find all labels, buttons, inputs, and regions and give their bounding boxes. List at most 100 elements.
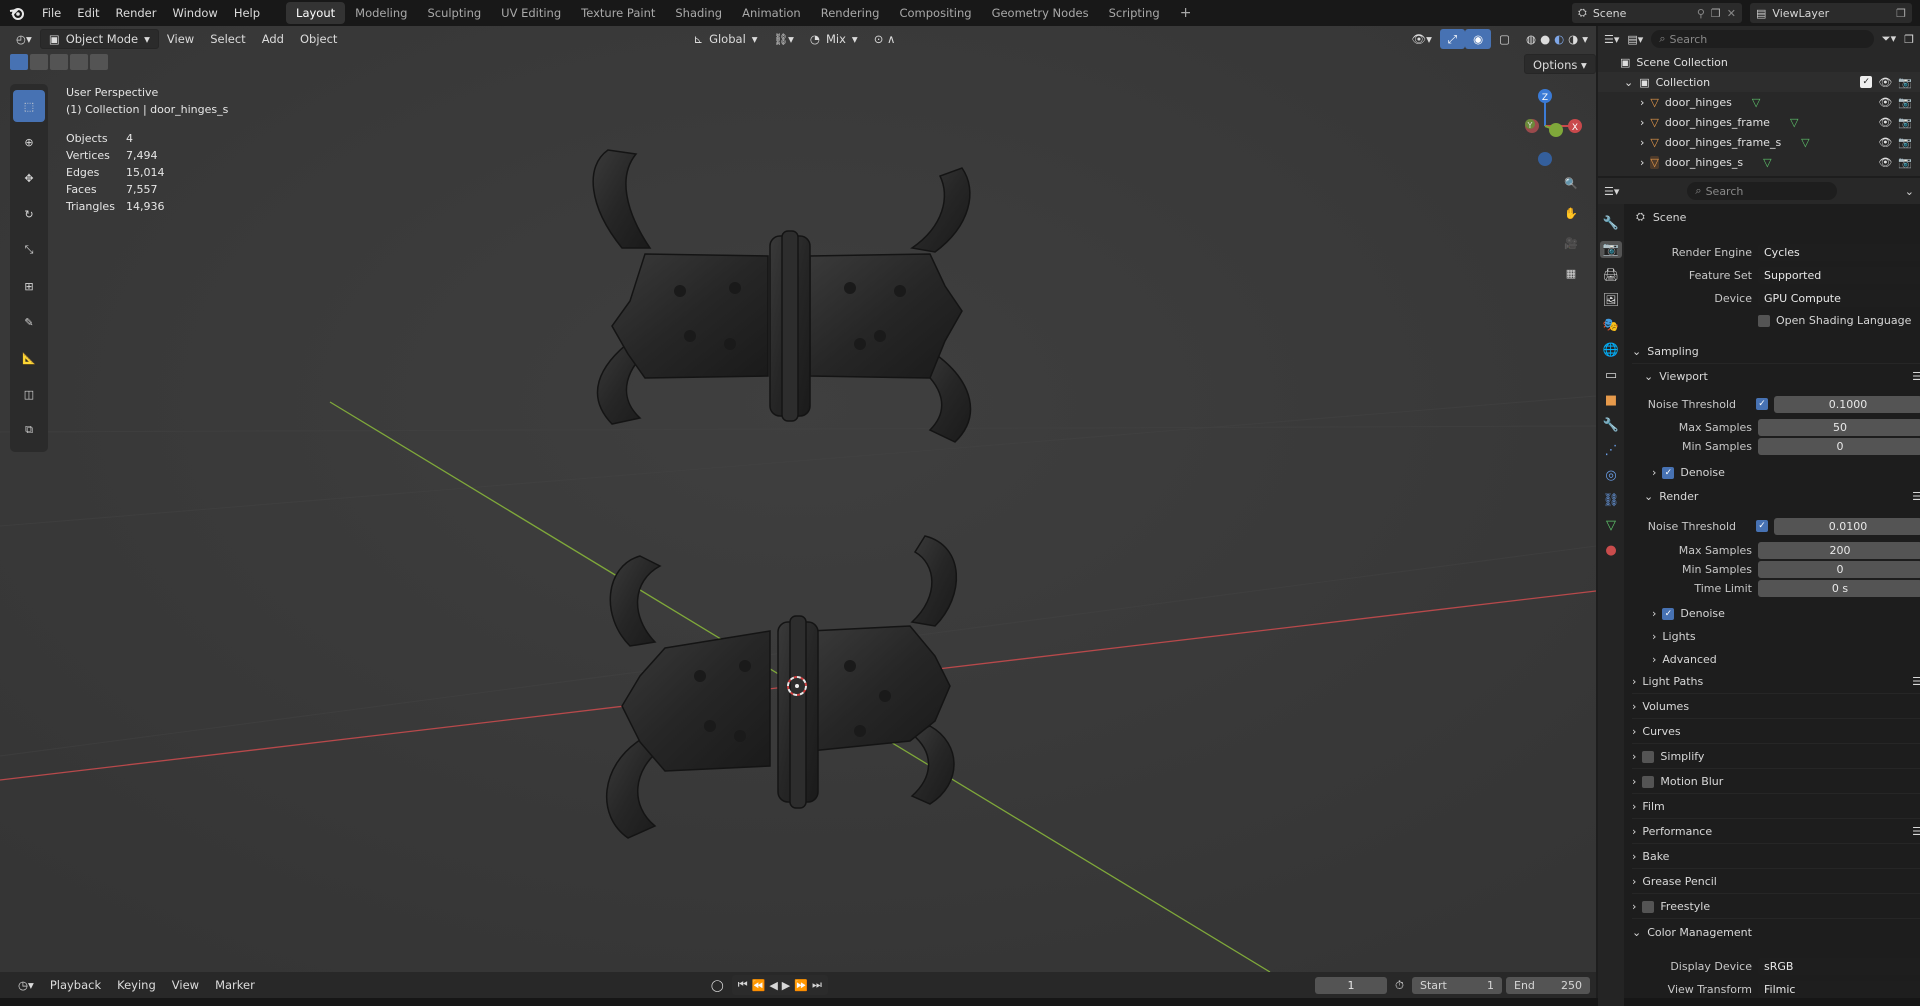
material-shading-icon[interactable]: ◐ [1554, 29, 1564, 49]
noise-threshold-checkbox[interactable]: ✓ [1756, 520, 1768, 532]
menu-playback[interactable]: Playback [42, 975, 109, 995]
camera-view-icon[interactable]: 🎥 [1558, 230, 1584, 256]
presets-list-icon[interactable]: ☰ [1912, 825, 1920, 838]
motion-blur-panel-header[interactable]: › Motion Blur [1632, 770, 1920, 794]
move-icon[interactable]: ✥ [13, 162, 45, 194]
chevron-down-icon[interactable]: ⌄ [1905, 185, 1914, 198]
menu-window[interactable]: Window [164, 0, 225, 26]
play-icon[interactable]: ▶ [782, 979, 790, 992]
render-camera-icon[interactable]: 📷 [1898, 136, 1912, 149]
options-dropdown[interactable]: Options ▾ [1524, 54, 1596, 74]
presets-list-icon[interactable]: ☰ [1912, 370, 1920, 383]
collection-row[interactable]: ⌄ ▣ Collection ✓ 👁 📷 [1598, 72, 1920, 92]
record-icon[interactable]: ◯ [703, 975, 732, 995]
menu-add[interactable]: Add [254, 29, 292, 49]
time-limit-field[interactable]: 0 s [1758, 580, 1920, 597]
add-workspace-icon[interactable]: + [1170, 2, 1202, 24]
outliner-search-input[interactable]: ⌕ Search [1651, 30, 1874, 48]
add-object-icon[interactable]: ⧉ [13, 414, 45, 446]
output-tab-icon[interactable]: 🖨 [1603, 268, 1620, 283]
select-new-icon[interactable] [10, 54, 28, 70]
filter-icon[interactable]: ⏷▾ [1882, 32, 1896, 46]
render-noise-threshold-field[interactable]: 0.0100 [1774, 518, 1920, 535]
properties-search-input[interactable]: ⌕ Search [1687, 182, 1838, 200]
wireframe-shading-icon[interactable]: ◍ [1526, 29, 1536, 49]
denoise-checkbox[interactable]: ✓ [1662, 607, 1675, 620]
display-mode-icon[interactable]: ▤▾ [1627, 33, 1643, 46]
render-min-samples-field[interactable]: 0 [1758, 561, 1920, 578]
osl-checkbox-row[interactable]: Open Shading Language [1758, 314, 1911, 327]
cursor-icon[interactable]: ⊕ [13, 126, 45, 158]
outliner-editor-icon[interactable]: ☰▾ [1604, 33, 1619, 46]
start-frame-field[interactable]: Start 1 [1412, 976, 1502, 994]
viewport-denoise-row[interactable]: › ✓ Denoise [1652, 466, 1725, 479]
select-intersect-icon[interactable] [90, 54, 108, 70]
tab-layout[interactable]: Layout [286, 2, 346, 24]
color-management-panel-header[interactable]: ⌄ Color Management [1632, 920, 1920, 944]
mode-dropdown[interactable]: ▣ Object Mode ▾ [39, 29, 159, 49]
light-paths-panel-header[interactable]: › Light Paths ☰ [1632, 670, 1920, 694]
blender-logo-icon[interactable] [0, 6, 34, 20]
timeline-editor-icon[interactable]: ◷▾ [10, 975, 42, 995]
render-denoise-row[interactable]: › ✓ Denoise [1652, 607, 1725, 620]
scene-collection-row[interactable]: ▣ Scene Collection [1598, 52, 1920, 72]
view-layer-tab-icon[interactable]: 🖼 [1603, 293, 1620, 308]
transform-icon[interactable]: ⊞ [13, 270, 45, 302]
tab-uv-editing[interactable]: UV Editing [491, 2, 571, 24]
particles-tab-icon[interactable]: ⋰ [1605, 443, 1618, 458]
tab-compositing[interactable]: Compositing [889, 2, 981, 24]
tab-modeling[interactable]: Modeling [345, 2, 417, 24]
lights-subpanel-header[interactable]: › Lights [1652, 630, 1696, 643]
bake-panel-header[interactable]: › Bake [1632, 845, 1920, 869]
view-transform-dropdown[interactable]: Filmic [1758, 981, 1920, 998]
menu-object[interactable]: Object [292, 29, 345, 49]
menu-select[interactable]: Select [202, 29, 253, 49]
noise-threshold-checkbox[interactable]: ✓ [1756, 398, 1768, 410]
snap-dropdown[interactable]: ◔ Mix ▾ [802, 29, 866, 49]
menu-marker[interactable]: Marker [207, 975, 263, 995]
eye-icon[interactable]: 👁 [1878, 76, 1892, 89]
exclude-checkbox[interactable]: ✓ [1860, 76, 1873, 88]
tab-sculpting[interactable]: Sculpting [417, 2, 491, 24]
3d-viewport[interactable] [0, 26, 1596, 972]
tab-rendering[interactable]: Rendering [811, 2, 890, 24]
curves-panel-header[interactable]: › Curves [1632, 720, 1920, 744]
select-invert-icon[interactable] [70, 54, 88, 70]
data-tab-icon[interactable]: ▽ [1606, 518, 1616, 533]
denoise-checkbox[interactable]: ✓ [1662, 466, 1675, 479]
render-camera-icon[interactable]: 📷 [1898, 116, 1912, 129]
prev-keyframe-icon[interactable]: ⏪ [752, 979, 766, 992]
jump-end-icon[interactable]: ⏭ [812, 978, 822, 992]
pin-icon[interactable]: ⚲ [1697, 7, 1705, 20]
properties-editor-icon[interactable]: ☰▾ [1604, 185, 1619, 198]
menu-file[interactable]: File [34, 0, 69, 26]
copy-layer-icon[interactable]: ❐ [1896, 7, 1906, 20]
tab-animation[interactable]: Animation [732, 2, 811, 24]
new-collection-icon[interactable]: ❐ [1904, 33, 1914, 46]
end-frame-field[interactable]: End 250 [1506, 976, 1590, 994]
close-icon[interactable]: ✕ [1727, 7, 1736, 20]
outliner-object-row[interactable]: › ▽ door_hinges ▽ 👁 📷 [1598, 92, 1920, 112]
play-reverse-icon[interactable]: ◀ [769, 979, 777, 992]
presets-list-icon[interactable]: ☰ [1912, 675, 1920, 688]
render-engine-dropdown[interactable]: Cycles [1758, 244, 1920, 261]
tool-tab-icon[interactable]: 🔧 [1603, 216, 1619, 231]
menu-edit[interactable]: Edit [69, 0, 107, 26]
eye-icon[interactable]: 👁 [1878, 116, 1892, 129]
tab-geometry-nodes[interactable]: Geometry Nodes [982, 2, 1099, 24]
pivot-icon[interactable]: ⛓▾ [766, 29, 802, 49]
jump-start-icon[interactable]: ⏮ [738, 978, 748, 992]
render-tab-icon[interactable]: 📷 [1599, 241, 1623, 258]
freestyle-panel-header[interactable]: › Freestyle [1632, 895, 1920, 919]
eye-icon[interactable]: 👁 [1878, 136, 1892, 149]
object-tab-icon[interactable]: ■ [1605, 393, 1617, 408]
tab-shading[interactable]: Shading [665, 2, 732, 24]
simplify-checkbox[interactable] [1642, 750, 1655, 763]
material-tab-icon[interactable]: ● [1605, 543, 1616, 558]
freestyle-checkbox[interactable] [1642, 900, 1655, 913]
menu-view[interactable]: View [159, 29, 202, 49]
visibility-icon[interactable]: 👁▾ [1404, 29, 1440, 49]
performance-panel-header[interactable]: › Performance ☰ [1632, 820, 1920, 844]
transform-orientation-dropdown[interactable]: ⊾ Global ▾ [685, 29, 765, 49]
navigation-gizmo[interactable]: Z X Y [1500, 84, 1590, 174]
